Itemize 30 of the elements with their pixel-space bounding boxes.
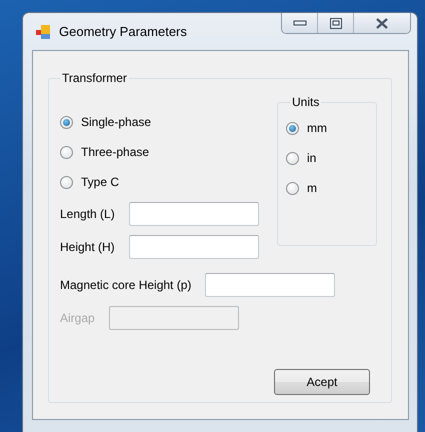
radio-button[interactable] <box>286 152 299 164</box>
field-label: Airgap <box>60 310 95 324</box>
maximize-icon <box>330 18 342 28</box>
radio-label[interactable]: m <box>307 181 317 195</box>
minimize-button[interactable] <box>282 13 318 33</box>
radio-label[interactable]: mm <box>307 121 327 135</box>
close-icon <box>375 18 389 28</box>
radio-button[interactable] <box>286 122 299 134</box>
group-title: Transformer <box>61 71 128 85</box>
radio-label[interactable]: Three-phase <box>81 145 150 159</box>
input-field[interactable] <box>205 272 336 296</box>
window-title: Geometry Parameters <box>59 24 188 39</box>
radio-label[interactable]: Type C <box>81 175 120 189</box>
field-label: Length (L) <box>60 206 115 220</box>
maximize-button[interactable] <box>318 13 354 33</box>
group-title: Units <box>291 95 320 109</box>
close-button[interactable] <box>354 13 410 33</box>
radio-label[interactable]: in <box>307 151 316 165</box>
radio-button[interactable] <box>60 116 73 128</box>
radio-button[interactable] <box>60 176 73 188</box>
minimize-icon <box>292 19 306 27</box>
radio-label[interactable]: Single-phase <box>81 115 152 129</box>
radio-button[interactable] <box>286 182 299 194</box>
input-field[interactable] <box>128 234 259 258</box>
input-field[interactable] <box>128 202 259 226</box>
field-label: Height (H) <box>60 240 115 254</box>
app-icon <box>35 24 51 40</box>
field-label: Magnetic core Height (p) <box>60 278 192 292</box>
accept-button[interactable]: Acept <box>274 369 370 395</box>
radio-button[interactable] <box>60 146 73 158</box>
